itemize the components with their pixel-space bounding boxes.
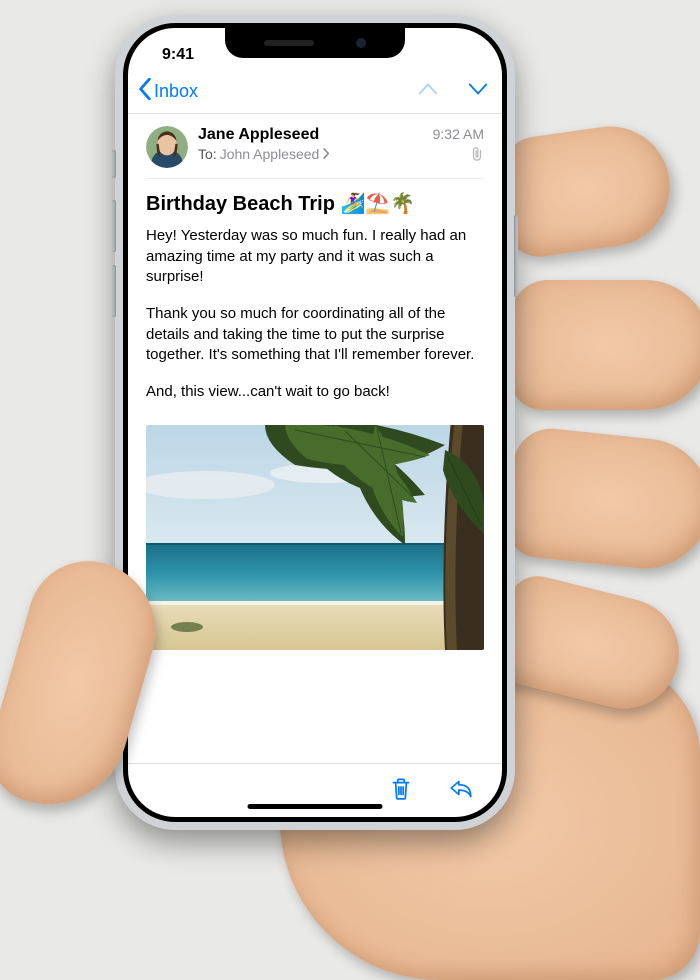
attached-photo[interactable] [146, 425, 484, 650]
iphone-device: 9:41 [115, 15, 515, 830]
sender-name: Jane Appleseed [198, 126, 319, 144]
volume-up-button [112, 200, 116, 252]
recipient-name: John Appleseed [220, 146, 320, 162]
mute-switch [112, 150, 116, 178]
hand-finger [504, 425, 700, 575]
volume-down-button [112, 265, 116, 317]
body-paragraph: And, this view...can't wait to go back! [146, 382, 484, 403]
reply-button[interactable] [448, 775, 474, 806]
body-paragraph: Hey! Yesterday was so much fun. I really… [146, 226, 484, 288]
body-paragraph: Thank you so much for coordinating all o… [146, 304, 484, 366]
device-notch [225, 28, 405, 58]
delete-button[interactable] [388, 775, 414, 806]
navigation-bar: Inbox [128, 72, 502, 114]
chevron-left-icon [138, 78, 152, 105]
attachment-icon [470, 146, 484, 162]
hand-finger [510, 280, 700, 410]
message-header[interactable]: Jane Appleseed 9:32 AM To: John Applesee… [146, 114, 484, 179]
message-body: Hey! Yesterday was so much fun. I really… [146, 226, 484, 419]
back-button[interactable]: Inbox [138, 78, 198, 105]
mail-message: Jane Appleseed 9:32 AM To: John Applesee… [128, 114, 502, 763]
sender-avatar[interactable] [146, 126, 188, 168]
message-time: 9:32 AM [433, 126, 484, 142]
home-indicator[interactable] [248, 804, 383, 809]
back-label: Inbox [154, 81, 198, 102]
power-button [514, 215, 518, 297]
chevron-right-icon [322, 146, 330, 162]
previous-message-button[interactable] [418, 82, 438, 101]
message-subject: Birthday Beach Trip 🏄‍♀️⛱️🌴 [146, 179, 484, 226]
status-time: 9:41 [150, 46, 194, 64]
next-message-button[interactable] [468, 82, 488, 101]
recipient-button[interactable]: To: John Appleseed [198, 146, 330, 162]
to-label: To: [198, 146, 217, 162]
